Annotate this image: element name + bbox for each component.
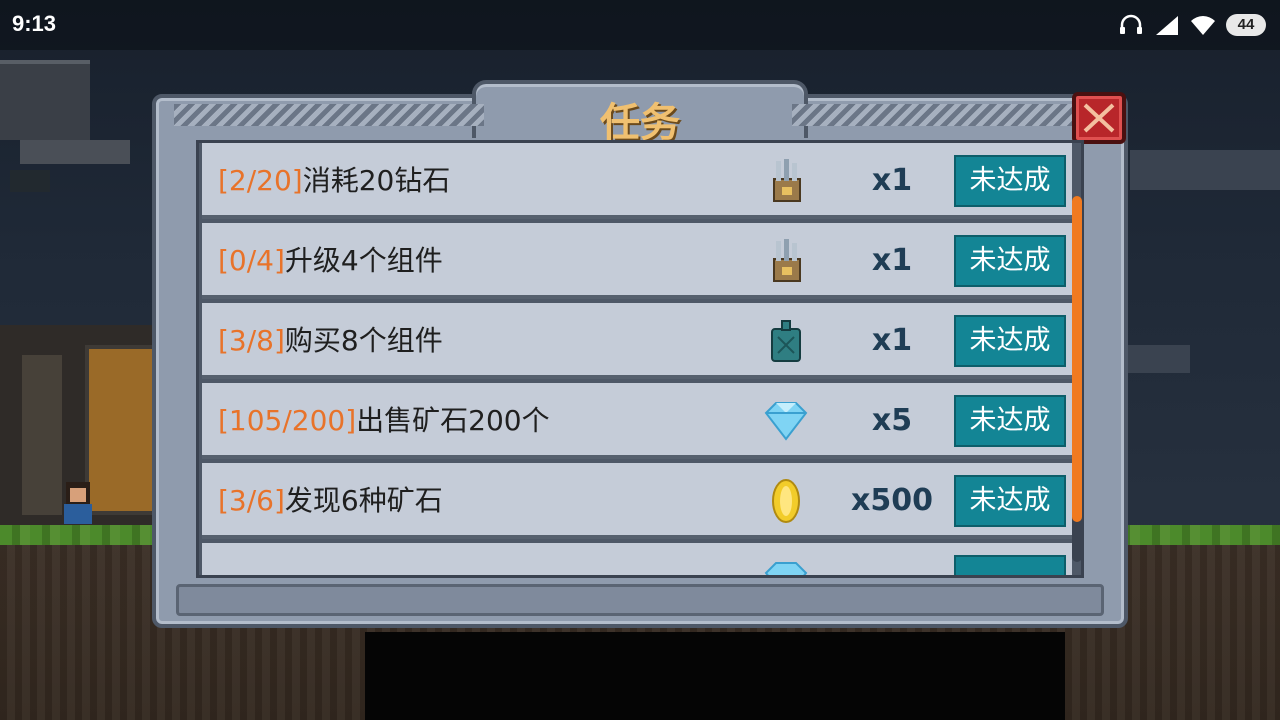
- diamond-icon: [764, 402, 808, 441]
- task-status-button[interactable]: [954, 555, 1066, 575]
- player-character: [60, 482, 96, 528]
- fuel-can-icon: [771, 320, 801, 362]
- task-status-button[interactable]: 未达成: [954, 315, 1066, 367]
- dark-pit: [365, 632, 1065, 720]
- task-progress: [105/200]: [218, 404, 357, 437]
- dialog-bottom-bar: [176, 584, 1104, 616]
- wifi-icon: [1190, 14, 1216, 36]
- toolbag-icon: [773, 239, 801, 282]
- signal-icon: [1154, 14, 1180, 36]
- task-row: [0/4]升级4个组件 x1 未达成: [202, 223, 1072, 299]
- cloud: [1130, 150, 1280, 190]
- task-label: [3/8]购买8个组件: [218, 303, 443, 379]
- mission-dialog: 任务 [2/20]消耗20钻石 x1 未达成 [0/4]升级4个组件 x1 未达…: [152, 80, 1128, 628]
- task-description: 消耗20钻石: [302, 164, 451, 197]
- task-label: [3/6]发现6种矿石: [218, 463, 443, 539]
- task-progress: [2/20]: [218, 164, 303, 197]
- task-row: [105/200]出售矿石200个 x5 未达成: [202, 383, 1072, 459]
- toolbag-icon: [773, 159, 801, 202]
- status-icons: 44: [1118, 12, 1266, 38]
- scrollbar[interactable]: [1072, 196, 1082, 562]
- reward-quantity: x1: [871, 323, 913, 358]
- task-description: 升级4个组件: [284, 244, 443, 277]
- close-button[interactable]: [1072, 92, 1126, 144]
- task-label: [105/200]出售矿石200个: [218, 383, 550, 459]
- task-list[interactable]: [2/20]消耗20钻石 x1 未达成 [0/4]升级4个组件 x1 未达成 […: [196, 140, 1084, 578]
- scroll-thumb[interactable]: [1072, 196, 1082, 522]
- task-progress: [3/8]: [218, 324, 285, 357]
- clock-time: 9:13: [12, 11, 57, 36]
- task-status-button[interactable]: 未达成: [954, 475, 1066, 527]
- task-description: 发现6种矿石: [284, 484, 443, 517]
- task-progress: [0/4]: [218, 244, 285, 277]
- task-label: [2/20]消耗20钻石: [218, 143, 450, 219]
- task-progress: [3/6]: [218, 484, 285, 517]
- task-label: [0/4]升级4个组件: [218, 223, 443, 299]
- close-icon: [1083, 103, 1115, 133]
- task-description: 出售矿石200个: [356, 404, 550, 437]
- task-description: 购买8个组件: [284, 324, 443, 357]
- system-status-bar: 9:13 44: [0, 0, 1280, 50]
- diamond-icon: [764, 562, 808, 575]
- gold-coin-icon: [772, 479, 800, 523]
- task-row-partial: [202, 543, 1072, 575]
- task-status-button[interactable]: 未达成: [954, 395, 1066, 447]
- task-status-button[interactable]: 未达成: [954, 235, 1066, 287]
- battery-icon: 44: [1226, 14, 1266, 36]
- reward-quantity: x500: [851, 483, 933, 518]
- task-status-button[interactable]: 未达成: [954, 155, 1066, 207]
- task-row: [3/6]发现6种矿石 x500 未达成: [202, 463, 1072, 539]
- task-row: [3/8]购买8个组件 x1 未达成: [202, 303, 1072, 379]
- reward-quantity: x1: [871, 163, 913, 198]
- spaceship-sprite: [0, 40, 130, 192]
- headphones-icon: [1118, 14, 1144, 36]
- reward-quantity: x5: [871, 403, 913, 438]
- cloud: [1120, 345, 1190, 373]
- reward-quantity: x1: [871, 243, 913, 278]
- task-row: [2/20]消耗20钻石 x1 未达成: [202, 143, 1072, 219]
